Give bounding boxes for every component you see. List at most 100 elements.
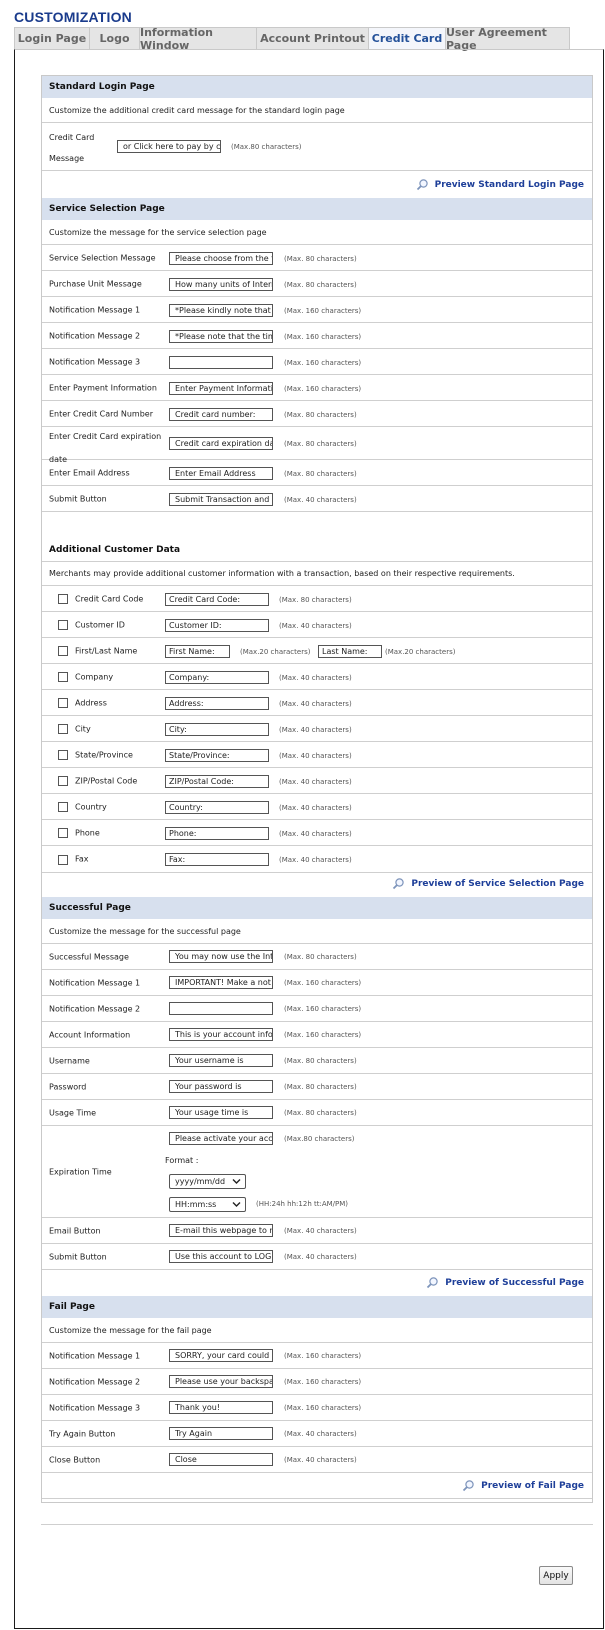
tab-logo[interactable]: Logo	[89, 27, 139, 50]
magnifier-icon	[427, 1277, 438, 1289]
service-selection-message-input[interactable]: Please choose from the f	[169, 252, 273, 265]
submit-button-input[interactable]: Submit Transaction and l	[169, 493, 273, 506]
magnifier-icon	[416, 179, 428, 191]
address-input[interactable]: Address:	[165, 696, 269, 710]
successful-message-input[interactable]: You may now use the Int	[169, 950, 273, 963]
enter-credit-card-expiration-input[interactable]: Credit card expiration dat	[169, 437, 273, 450]
preview-service-selection-link[interactable]: Preview of Service Selection Page	[392, 877, 584, 890]
tab-user-agreement-page[interactable]: User Agreement Page	[445, 26, 570, 52]
notification-message-1-input[interactable]: SORRY, your card could n	[169, 1349, 273, 1362]
notification-message-2-input[interactable]	[169, 1002, 273, 1015]
divider	[41, 1524, 593, 1525]
time-format-select[interactable]: HH:mm:ss	[169, 1197, 246, 1212]
phone-input[interactable]: Phone:	[165, 826, 269, 840]
country-input[interactable]: Country:	[165, 800, 269, 814]
credit-card-code-checkbox[interactable]	[58, 594, 68, 604]
section-header-fail: Fail Page	[42, 1296, 592, 1318]
field-label: Fax	[75, 854, 89, 864]
row-state-province: State/Province State/Province: (Max. 40 ch…	[42, 742, 592, 768]
country-checkbox[interactable]	[58, 802, 68, 812]
customer-id-checkbox[interactable]	[58, 620, 68, 630]
notification-message-2-input[interactable]: *Please note that the tim	[169, 330, 273, 343]
hint-text: (Max. 40 characters)	[279, 699, 352, 708]
purchase-unit-message-input[interactable]: How many units of Interr	[169, 278, 273, 291]
account-information-input[interactable]: This is your account infor	[169, 1028, 273, 1041]
fax-checkbox[interactable]	[58, 854, 68, 865]
row-first-last-name: First/Last Name First Name: (Max.20 charac…	[42, 638, 592, 664]
notification-message-1-input[interactable]: *Please kindly note that t	[169, 304, 273, 317]
city-checkbox[interactable]	[58, 724, 68, 734]
state-province-checkbox[interactable]	[58, 750, 68, 760]
hint-text: (Max. 80 characters)	[279, 595, 352, 604]
notification-message-2-input[interactable]: Please use your backspac	[169, 1375, 273, 1388]
page-title: CUSTOMIZATION	[14, 9, 132, 25]
tab-account-printout[interactable]: Account Printout	[256, 27, 368, 50]
zip-postal-code-checkbox[interactable]	[58, 776, 68, 786]
row-service-selection-message: Service Selection Message Please choose f…	[42, 245, 592, 271]
hint-text: (Max. 80 characters)	[284, 470, 357, 478]
credit-card-message-input[interactable]: or Click here to pay by credit card	[117, 140, 221, 153]
try-again-button-input[interactable]: Try Again	[169, 1427, 273, 1440]
hint-text: (Max. 40 characters)	[279, 673, 352, 682]
notification-message-3-input[interactable]: Thank you!	[169, 1401, 273, 1414]
field-label: Submit Button	[49, 494, 107, 503]
company-input[interactable]: Company:	[165, 670, 269, 684]
password-input[interactable]: Your password is	[169, 1080, 273, 1093]
preview-standard-login-link[interactable]: Preview Standard Login Page	[416, 178, 584, 191]
hint-text: (Max. 40 characters)	[279, 725, 352, 734]
field-label: Service Selection Message	[49, 253, 156, 262]
phone-checkbox[interactable]	[58, 828, 68, 838]
date-format-select[interactable]: yyyy/mm/dd	[169, 1174, 246, 1189]
tab-login-page[interactable]: Login Page	[14, 27, 89, 50]
zip-postal-code-input[interactable]: ZIP/Postal Code:	[165, 774, 269, 788]
field-label: Notification Message 2	[49, 1377, 141, 1386]
field-label: Successful Message	[49, 952, 129, 961]
apply-button[interactable]: Apply	[539, 1566, 573, 1585]
username-input[interactable]: Your username is	[169, 1054, 273, 1067]
submit-button-input[interactable]: Use this account to LOGI	[169, 1250, 273, 1263]
preview-fail-page-link[interactable]: Preview of Fail Page	[462, 1479, 584, 1492]
usage-time-input[interactable]: Your usage time is	[169, 1106, 273, 1119]
row-enter-payment-information: Enter Payment Information Enter Payment I…	[42, 375, 592, 401]
row-notification-message-2: Notification Message 2 (Max. 160 characte…	[42, 996, 592, 1022]
last-name-input[interactable]: Last Name:	[318, 644, 382, 658]
field-label: Credit Card	[49, 133, 95, 142]
field-label: Notification Message 3	[49, 1403, 141, 1412]
notification-message-1-input[interactable]: IMPORTANT! Make a not	[169, 976, 273, 989]
row-notification-message-1: Notification Message 1 *Please kindly not…	[42, 297, 592, 323]
first-name-input[interactable]: First Name:	[165, 644, 230, 658]
city-input[interactable]: City:	[165, 722, 269, 736]
hint-text: (Max. 40 characters)	[284, 1227, 357, 1235]
field-label: Address	[75, 698, 107, 707]
expiration-message-input[interactable]: Please activate your acco	[169, 1132, 273, 1145]
row-address: Address Address: (Max. 40 characters)	[42, 690, 592, 716]
time-format-hint: (HH:24h hh:12h tt:AM/PM)	[256, 1200, 349, 1208]
email-button-input[interactable]: E-mail this webpage to m	[169, 1224, 273, 1237]
state-province-input[interactable]: State/Province:	[165, 748, 269, 762]
enter-credit-card-number-input[interactable]: Credit card number:	[169, 408, 273, 421]
notification-message-3-input[interactable]	[169, 356, 273, 369]
company-checkbox[interactable]	[58, 672, 68, 682]
hint-text: (Max. 160 characters)	[284, 333, 362, 341]
customer-id-input[interactable]: Customer ID:	[165, 618, 269, 632]
hint-text: (Max. 40 characters)	[279, 777, 352, 786]
preview-row-fail: Preview of Fail Page	[42, 1473, 592, 1499]
row-credit-card-code: Credit Card Code Credit Card Code: (Max. 8…	[42, 586, 592, 612]
row-credit-card-message: Credit Card Message or Click here to pay…	[42, 123, 592, 171]
fax-input[interactable]: Fax:	[165, 853, 269, 866]
enter-payment-information-input[interactable]: Enter Payment Informatic	[169, 382, 273, 395]
address-checkbox[interactable]	[58, 698, 68, 708]
preview-successful-page-link[interactable]: Preview of Successful Page	[426, 1276, 584, 1289]
field-label: ZIP/Postal Code	[75, 776, 138, 785]
enter-email-address-input[interactable]: Enter Email Address	[169, 467, 273, 480]
field-label: Phone	[75, 828, 100, 837]
row-fax: Fax Fax: (Max. 40 characters)	[42, 846, 592, 873]
hint-text: (Max. 80 characters)	[284, 953, 357, 961]
credit-card-code-input[interactable]: Credit Card Code:	[165, 592, 269, 606]
field-label: Notification Message 1	[49, 1351, 141, 1360]
tab-credit-card[interactable]: Credit Card	[368, 27, 445, 50]
tab-information-window[interactable]: Information Window	[139, 26, 256, 52]
first-last-name-checkbox[interactable]	[58, 646, 68, 656]
close-button-input[interactable]: Close	[169, 1453, 273, 1466]
field-label: Username	[49, 1056, 90, 1065]
